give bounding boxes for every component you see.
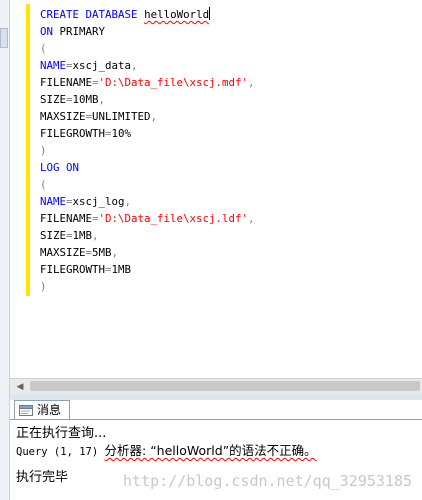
code-line[interactable]: ( bbox=[40, 176, 255, 193]
object-explorer-edge bbox=[0, 0, 10, 500]
code-token: FILENAME bbox=[40, 212, 93, 225]
completed-message: 执行完毕 bbox=[16, 470, 69, 485]
code-token: , bbox=[131, 59, 138, 72]
code-token: DATABASE bbox=[85, 8, 138, 21]
executing-message: 正在执行查询... bbox=[16, 426, 107, 441]
code-line[interactable]: MAXSIZE=UNLIMITED, bbox=[40, 108, 255, 125]
error-location: Query (1, 17) bbox=[16, 446, 105, 458]
code-token: 'D:\Data_file\xscj.mdf' bbox=[98, 76, 249, 89]
code-token: 10MB bbox=[72, 93, 99, 106]
code-line[interactable]: NAME=xscj_log, bbox=[40, 193, 255, 210]
code-token: ON bbox=[40, 25, 54, 38]
sql-code[interactable]: CREATE DATABASE helloWorld ON PRIMARY(NAM… bbox=[40, 6, 255, 295]
code-token: ON bbox=[66, 161, 80, 174]
change-tracking-bar bbox=[26, 4, 30, 296]
code-token: UNLIMITED bbox=[92, 110, 151, 123]
code-line[interactable]: ) bbox=[40, 142, 255, 159]
code-line[interactable]: SIZE=1MB, bbox=[40, 227, 255, 244]
watermark: http://blog.csdn.net/qq_32953185 bbox=[123, 472, 412, 490]
explorer-tab-stub[interactable] bbox=[0, 28, 8, 48]
code-token: xscj_log bbox=[72, 195, 125, 208]
code-token: SIZE bbox=[40, 229, 67, 242]
code-token: helloWorld bbox=[144, 8, 210, 21]
code-token: ) bbox=[40, 280, 47, 293]
code-token: LOG bbox=[40, 161, 60, 174]
code-token: , bbox=[150, 110, 158, 123]
code-line[interactable]: ON PRIMARY bbox=[40, 23, 255, 40]
code-token: xscj_data bbox=[72, 59, 132, 72]
code-line[interactable]: ( bbox=[40, 40, 255, 57]
code-token: , bbox=[92, 229, 99, 242]
code-token: ( bbox=[40, 178, 47, 191]
code-token: FILEGROWTH bbox=[40, 127, 106, 140]
code-token: FILEGROWTH bbox=[40, 263, 106, 276]
code-token: , bbox=[248, 76, 255, 89]
code-line[interactable]: FILEGROWTH=10% bbox=[40, 125, 255, 142]
code-token: CREATE bbox=[40, 8, 80, 21]
horizontal-scrollbar[interactable]: ◀ bbox=[10, 378, 422, 394]
code-line[interactable]: CREATE DATABASE helloWorld bbox=[40, 6, 255, 23]
query-editor[interactable]: CREATE DATABASE helloWorld ON PRIMARY(NAM… bbox=[10, 0, 422, 378]
code-token: SIZE bbox=[40, 93, 67, 106]
sql-query-window: CREATE DATABASE helloWorld ON PRIMARY(NAM… bbox=[0, 0, 422, 500]
code-token: ) bbox=[40, 144, 47, 157]
code-line[interactable]: MAXSIZE=5MB, bbox=[40, 244, 255, 261]
scroll-thumb[interactable] bbox=[30, 381, 420, 391]
code-line[interactable]: LOG ON bbox=[40, 159, 255, 176]
code-line[interactable]: SIZE=10MB, bbox=[40, 91, 255, 108]
tab-divider bbox=[10, 419, 422, 420]
code-token: NAME bbox=[40, 195, 67, 208]
code-line[interactable]: FILENAME='D:\Data_file\xscj.mdf', bbox=[40, 74, 255, 91]
code-line[interactable]: FILEGROWTH=1MB bbox=[40, 261, 255, 278]
code-token: ( bbox=[40, 42, 47, 55]
code-token: , bbox=[124, 195, 132, 208]
code-token: 1MB bbox=[111, 263, 132, 276]
code-token: MAXSIZE bbox=[40, 110, 86, 123]
tab-messages-label: 消息 bbox=[37, 403, 62, 417]
code-token: 10% bbox=[111, 127, 132, 140]
code-line[interactable]: ) bbox=[40, 278, 255, 295]
code-token: 5MB bbox=[92, 246, 112, 259]
text-cursor bbox=[209, 7, 211, 20]
scroll-left-icon[interactable]: ◀ bbox=[12, 380, 28, 394]
message-icon bbox=[19, 405, 33, 416]
code-token: 1MB bbox=[72, 229, 93, 242]
code-line[interactable]: NAME=xscj_data, bbox=[40, 57, 255, 74]
code-token: MAXSIZE bbox=[40, 246, 86, 259]
code-token: , bbox=[98, 93, 106, 106]
code-token: , bbox=[111, 246, 119, 259]
code-token: 'D:\Data_file\xscj.ldf' bbox=[98, 212, 249, 225]
code-token: PRIMARY bbox=[53, 25, 106, 38]
error-text: 分析器: “helloWorld”的语法不正确。 bbox=[104, 443, 317, 458]
tab-messages[interactable]: 消息 bbox=[14, 400, 70, 420]
code-token: , bbox=[248, 212, 255, 225]
code-token: NAME bbox=[40, 59, 67, 72]
code-line[interactable]: FILENAME='D:\Data_file\xscj.ldf', bbox=[40, 210, 255, 227]
code-token: FILENAME bbox=[40, 76, 93, 89]
error-message: Query (1, 17) 分析器: “helloWorld”的语法不正确。 bbox=[16, 440, 317, 459]
